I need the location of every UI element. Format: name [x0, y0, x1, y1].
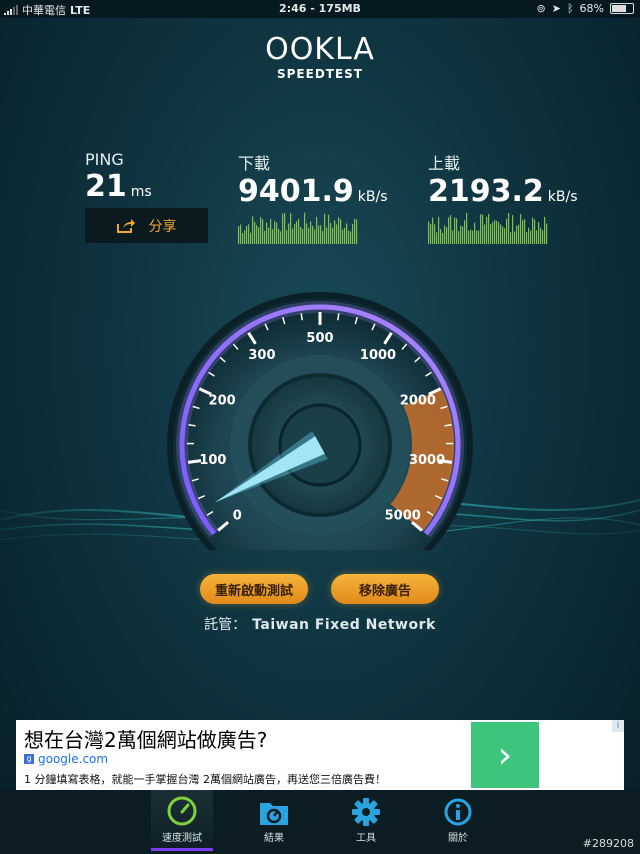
logo-brand: OOKLA	[265, 32, 375, 67]
share-icon	[116, 218, 135, 233]
speed-gauge: 0 100 200 300 500 1000 2000 3000 5000	[167, 292, 473, 550]
gauge-tick-label: 300	[248, 348, 275, 363]
download-graph	[238, 212, 358, 244]
hosted-label: 託管：	[204, 617, 247, 633]
server-name[interactable]: Taiwan Fixed Network	[252, 617, 436, 633]
tab-results-label: 結果	[264, 833, 284, 844]
results-icon	[260, 803, 288, 825]
gauge-tick	[444, 424, 452, 427]
battery-icon	[610, 3, 634, 14]
battery-percent: 68%	[579, 2, 604, 15]
tab-bar: 速度測試 結果 工具 關於	[0, 790, 640, 854]
tab-speedtest-label: 速度測試	[162, 833, 202, 844]
upload-unit: kB/s	[547, 189, 578, 205]
ad-title[interactable]: 想在台灣2萬個網站做廣告?	[24, 724, 267, 753]
share-label: 分享	[148, 218, 177, 235]
ad-url-text[interactable]: google.com	[38, 752, 108, 766]
ping-unit: ms	[130, 184, 152, 200]
gauge-tick-label: 5000	[385, 508, 421, 523]
ad-go-button[interactable]: ›	[471, 722, 539, 788]
tab-about-label: 關於	[448, 833, 468, 844]
hosted-by: 託管： Taiwan Fixed Network	[0, 614, 640, 634]
logo-sub: SPEEDTEST	[276, 67, 363, 81]
bluetooth-icon: ᛒ	[566, 2, 574, 15]
google-icon: g	[24, 754, 34, 764]
rotation-lock-icon: ⊚	[536, 2, 546, 15]
ad-description: 1 分鐘填寫表格，就能一手掌握台灣 2萬個網站廣告，再送您三倍廣告費！	[24, 773, 386, 786]
restart-test-button[interactable]: 重新啟動測試	[200, 574, 308, 604]
upload-graph	[428, 212, 548, 244]
tab-tools-label: 工具	[356, 833, 376, 844]
ad-info-icon[interactable]: i	[612, 720, 624, 732]
ping-label: PING	[85, 150, 124, 169]
gauge-tick-label: 200	[209, 393, 236, 408]
gauge-tick	[337, 313, 340, 321]
gear-icon	[352, 798, 380, 826]
speedometer-icon	[167, 796, 197, 826]
watermark: #289208	[582, 837, 634, 850]
share-button[interactable]: 分享	[85, 208, 208, 243]
ad-url[interactable]: g google.com	[24, 752, 108, 766]
upload-value: 2193.2	[428, 174, 544, 209]
location-icon: ➤	[551, 2, 561, 15]
gauge-tick	[300, 313, 303, 321]
app-logo: OOKLA SPEEDTEST	[0, 32, 640, 81]
gauge-tick-label: 500	[306, 331, 333, 346]
ping-stat: PING 21 ms	[85, 150, 152, 204]
gauge-tick-label: 2000	[400, 393, 436, 408]
gauge-tick-label: 3000	[409, 453, 445, 468]
tab-speedtest[interactable]: 速度測試	[151, 790, 213, 851]
download-label: 下載	[238, 154, 271, 173]
gauge-tick	[188, 424, 196, 427]
gauge-tick-label: 100	[199, 453, 226, 468]
remove-ads-button[interactable]: 移除廣告	[331, 574, 439, 604]
gauge-tick-label: 1000	[360, 348, 396, 363]
download-value: 9401.9	[238, 174, 354, 209]
gauge-tick-label: 0	[233, 508, 242, 523]
download-stat: 下載 9401.9 kB/s	[238, 150, 388, 209]
tab-about[interactable]: 關於	[427, 790, 489, 848]
upload-label: 上載	[428, 154, 461, 173]
upload-stat: 上載 2193.2 kB/s	[428, 150, 578, 209]
ping-value: 21	[85, 169, 127, 204]
tab-results[interactable]: 結果	[243, 790, 305, 848]
status-bar: 中華電信 LTE 2:46 - 175MB ⊚ ➤ ᛒ 68%	[0, 0, 640, 18]
info-icon	[444, 798, 472, 826]
ad-banner[interactable]: 想在台灣2萬個網站做廣告? g google.com 1 分鐘填寫表格，就能一手…	[16, 720, 624, 790]
tab-tools[interactable]: 工具	[335, 790, 397, 848]
download-unit: kB/s	[357, 189, 388, 205]
